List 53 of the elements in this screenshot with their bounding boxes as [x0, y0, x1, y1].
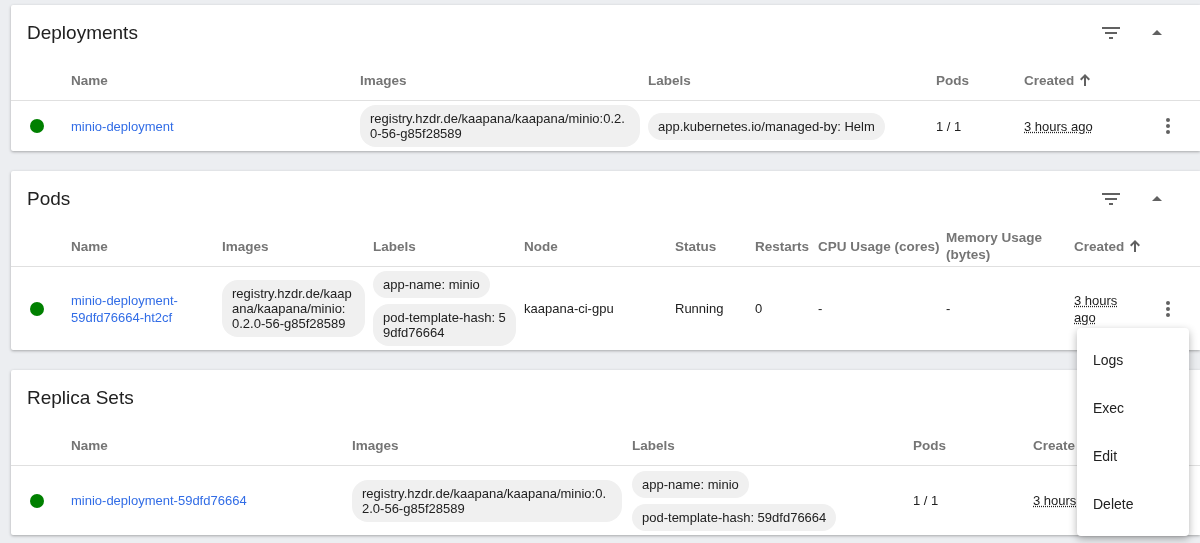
column-header[interactable]: Images [222, 237, 275, 255]
more-icon[interactable] [1166, 300, 1170, 317]
column-header[interactable]: Name [71, 237, 114, 255]
tag-chip: registry.hzdr.de/kaapana/kaapana/minio:0.2.0-56-g85f28589 [352, 479, 622, 522]
menu-item[interactable]: Logs [1077, 336, 1189, 384]
tag-chip: registry.hzdr.de/kaapana/kaapana/minio:0.2.0-56-g85f28589 [222, 280, 365, 337]
resource-link[interactable]: minio-deployment [71, 117, 352, 135]
column-header[interactable]: Labels [373, 237, 422, 255]
table-cell: kaapana-ci-gpu [524, 301, 614, 316]
filter-icon[interactable] [1102, 192, 1120, 205]
table-cell: 1 / 1 [936, 118, 962, 134]
column-header[interactable]: Images [360, 71, 413, 89]
tag-chip: app-name: minio [632, 470, 749, 498]
created-time: 3 hours [1033, 493, 1077, 508]
section-title: Pods [27, 187, 71, 210]
column-header[interactable]: Created [1074, 237, 1147, 255]
resource-link[interactable]: minio-deployment-59dfd76664-ht2cf [71, 291, 214, 326]
column-header[interactable]: Created [1024, 71, 1097, 89]
created-time: 3 hours ago [1024, 118, 1093, 134]
column-header[interactable]: Labels [648, 71, 697, 89]
table-cell: 1 / 1 [913, 493, 939, 508]
collapse-icon[interactable] [1152, 30, 1162, 35]
created-time: 3 hours ago [1074, 292, 1118, 325]
table-cell: Running [675, 301, 724, 316]
tag-chip: pod-template-hash: 59dfd76664 [373, 304, 516, 346]
tag-chip: app-name: minio [373, 271, 490, 298]
section-title: Replica Sets [27, 386, 134, 409]
sort-arrow-icon[interactable] [1130, 240, 1141, 252]
menu-item[interactable]: Delete [1077, 480, 1189, 528]
more-icon[interactable] [1166, 118, 1170, 134]
tag-chip: app.kubernetes.io/managed-by: Helm [648, 112, 885, 140]
table-cell: - [946, 301, 951, 316]
column-header[interactable]: Pods [936, 71, 975, 89]
collapse-icon[interactable] [1152, 196, 1162, 201]
column-header[interactable]: Memory Usage (bytes) [946, 229, 1074, 263]
section-title: Deployments [27, 21, 138, 44]
filter-icon[interactable] [1102, 26, 1120, 39]
column-header[interactable]: Labels [632, 436, 681, 454]
column-header[interactable]: Pods [913, 436, 952, 454]
tag-chip: pod-template-hash: 59dfd76664 [632, 503, 837, 531]
table-cell: 0 [755, 301, 763, 316]
column-header[interactable]: Status [675, 237, 723, 255]
column-header[interactable]: Restarts [755, 237, 816, 255]
column-header[interactable]: Name [71, 436, 114, 454]
table-cell: - [818, 301, 823, 316]
column-header[interactable]: Images [352, 436, 405, 454]
column-header[interactable]: CPU Usage (cores) [818, 237, 946, 255]
tag-chip: registry.hzdr.de/kaapana/kaapana/minio:0.2.0-56-g85f28589 [360, 105, 640, 147]
column-header[interactable]: Node [524, 237, 564, 255]
menu-item[interactable]: Exec [1077, 384, 1189, 432]
sort-arrow-icon[interactable] [1080, 74, 1091, 86]
resource-link[interactable]: minio-deployment-59dfd76664 [71, 492, 344, 509]
column-header[interactable]: Name [71, 71, 114, 89]
